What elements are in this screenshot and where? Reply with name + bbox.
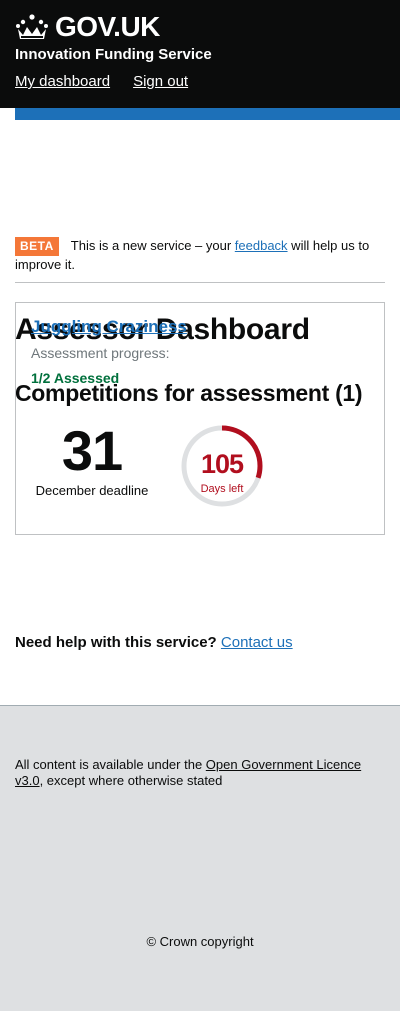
govuk-logo-link[interactable]: GOV.UK (15, 10, 385, 44)
deadline: 31 December deadline (31, 419, 153, 499)
licence-text-after: , except where otherwise stated (39, 773, 223, 788)
nav-my-dashboard[interactable]: My dashboard (15, 73, 110, 90)
days-left-dial: 105 Days left (181, 425, 263, 507)
assessment-progress-label: Assessment progress: (31, 345, 170, 361)
days-left-number: 105 (200, 449, 244, 479)
deadline-month: December deadline (35, 483, 149, 498)
days-left-label: Days left (200, 483, 244, 495)
competition-card: Juggling Craziness Assessment progress: … (15, 302, 385, 535)
assessment-progress-value: 1/2 Assessed (31, 370, 120, 386)
feedback-link[interactable]: feedback (235, 238, 288, 253)
govuk-logo-text: GOV.UK (55, 11, 160, 42)
header-blue-bar (15, 108, 400, 120)
site-footer: All content is available under the Open … (0, 705, 400, 1011)
site-header: GOV.UK Innovation Funding Service My das… (0, 0, 400, 108)
beta-tag: BETA (15, 237, 59, 256)
crown-icon (16, 14, 48, 39)
nav-sign-out[interactable]: Sign out (133, 73, 188, 90)
phase-text-before: This is a new service – your (70, 238, 235, 253)
licence-text-before: All content is available under the (15, 757, 206, 772)
deadline-day: 31 (61, 419, 123, 482)
crown-copyright-link[interactable]: © Crown copyright (0, 934, 400, 949)
contact-us-link[interactable]: Contact us (221, 634, 293, 651)
licence-text: All content is available under the Open … (15, 757, 385, 789)
phase-banner: BETA This is a new service – your feedbac… (15, 108, 385, 283)
header-nav: My dashboard Sign out (15, 73, 385, 90)
help-section: Need help with this service? Contact us (15, 634, 293, 651)
help-text: Need help with this service? (15, 634, 217, 651)
service-name[interactable]: Innovation Funding Service (15, 46, 385, 63)
competition-link[interactable]: Juggling Craziness (31, 317, 187, 336)
